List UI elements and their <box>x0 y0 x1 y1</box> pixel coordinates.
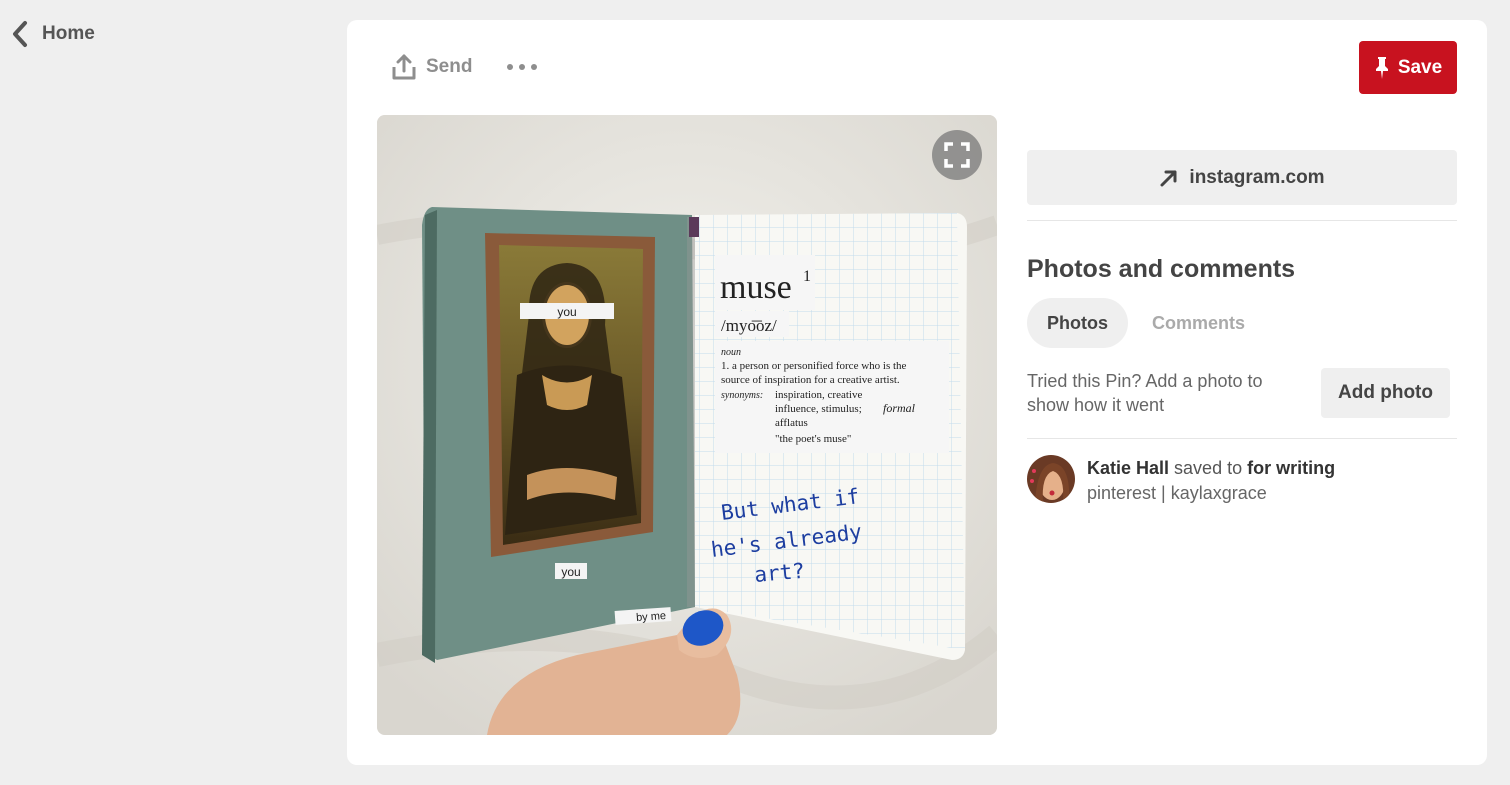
image-text-def-line2: source of inspiration for a creative art… <box>721 374 900 386</box>
divider <box>1027 220 1457 221</box>
saved-by-board-link[interactable]: for writing <box>1247 458 1335 478</box>
avatar[interactable] <box>1027 455 1075 503</box>
image-text-pronunciation: /myo͞oz/ <box>721 316 777 335</box>
image-text-headword-sup: 1 <box>803 268 811 285</box>
pin-photo: you you by me muse 1 /myo͞oz/ noun 1. a … <box>377 115 997 735</box>
tried-pin-text: Tried this Pin? Add a photo to show how … <box>1027 371 1263 415</box>
image-text-you-top: you <box>557 305 576 319</box>
image-text-hand-line3: art? <box>753 559 805 587</box>
send-label: Send <box>426 56 473 77</box>
share-upload-icon <box>392 54 416 80</box>
section-title: Photos and comments <box>1027 255 1296 283</box>
image-text-headword: muse <box>720 269 792 306</box>
image-text-pos: noun <box>721 347 741 358</box>
image-text-syn-line2: influence, stimulus; <box>775 403 862 415</box>
home-back-link[interactable]: Home <box>10 20 95 48</box>
photos-comments-tabs: Photos Comments <box>1027 298 1457 348</box>
tried-pin-row: Tried this Pin? Add a photo to show how … <box>1027 368 1457 418</box>
image-text-syn-line3: afflatus <box>775 417 808 429</box>
tab-comments[interactable]: Comments <box>1132 298 1265 348</box>
expand-icon <box>944 142 970 168</box>
chevron-left-icon <box>13 21 27 47</box>
saved-by-verb: saved to <box>1174 458 1243 478</box>
source-link-button[interactable]: instagram.com <box>1027 150 1457 205</box>
image-text-syn-formal: formal <box>883 401 916 415</box>
pin-card: Send Save you you by me muse 1 /myo͞oz/ … <box>347 20 1487 765</box>
saved-by-line: Katie Hall saved to for writing <box>1087 455 1335 481</box>
divider <box>1027 438 1457 439</box>
expand-button[interactable] <box>932 130 982 180</box>
save-button[interactable]: Save <box>1359 41 1457 94</box>
saved-by-user-link[interactable]: Katie Hall <box>1087 458 1169 478</box>
arrow-up-right-icon <box>1160 170 1177 186</box>
home-label: Home <box>42 23 95 44</box>
pin-image[interactable]: you you by me muse 1 /myo͞oz/ noun 1. a … <box>377 115 997 735</box>
image-text-syn-label: synonyms: <box>721 390 763 401</box>
tab-photos[interactable]: Photos <box>1027 298 1128 348</box>
image-text-syn-line4: "the poet's muse" <box>775 433 851 445</box>
send-button[interactable]: Send <box>392 54 472 80</box>
save-label: Save <box>1397 56 1443 78</box>
pin-sidebar: instagram.com Photos and comments Photos… <box>1027 150 1457 505</box>
source-link-label: instagram.com <box>1189 166 1325 188</box>
image-text-by-me: by me <box>636 610 667 624</box>
saved-by-subtitle: pinterest | kaylaxgrace <box>1087 483 1267 503</box>
image-text-syn-line1: inspiration, creative <box>775 389 862 401</box>
image-text-def-line1: 1. a person or personified force who is … <box>721 360 907 372</box>
image-text-you-bottom: you <box>561 565 580 579</box>
saved-by-row: Katie Hall saved to for writing pinteres… <box>1027 455 1457 505</box>
pin-icon <box>1375 56 1388 79</box>
add-photo-button[interactable]: Add photo <box>1321 368 1450 418</box>
more-dots-icon[interactable] <box>507 60 537 74</box>
